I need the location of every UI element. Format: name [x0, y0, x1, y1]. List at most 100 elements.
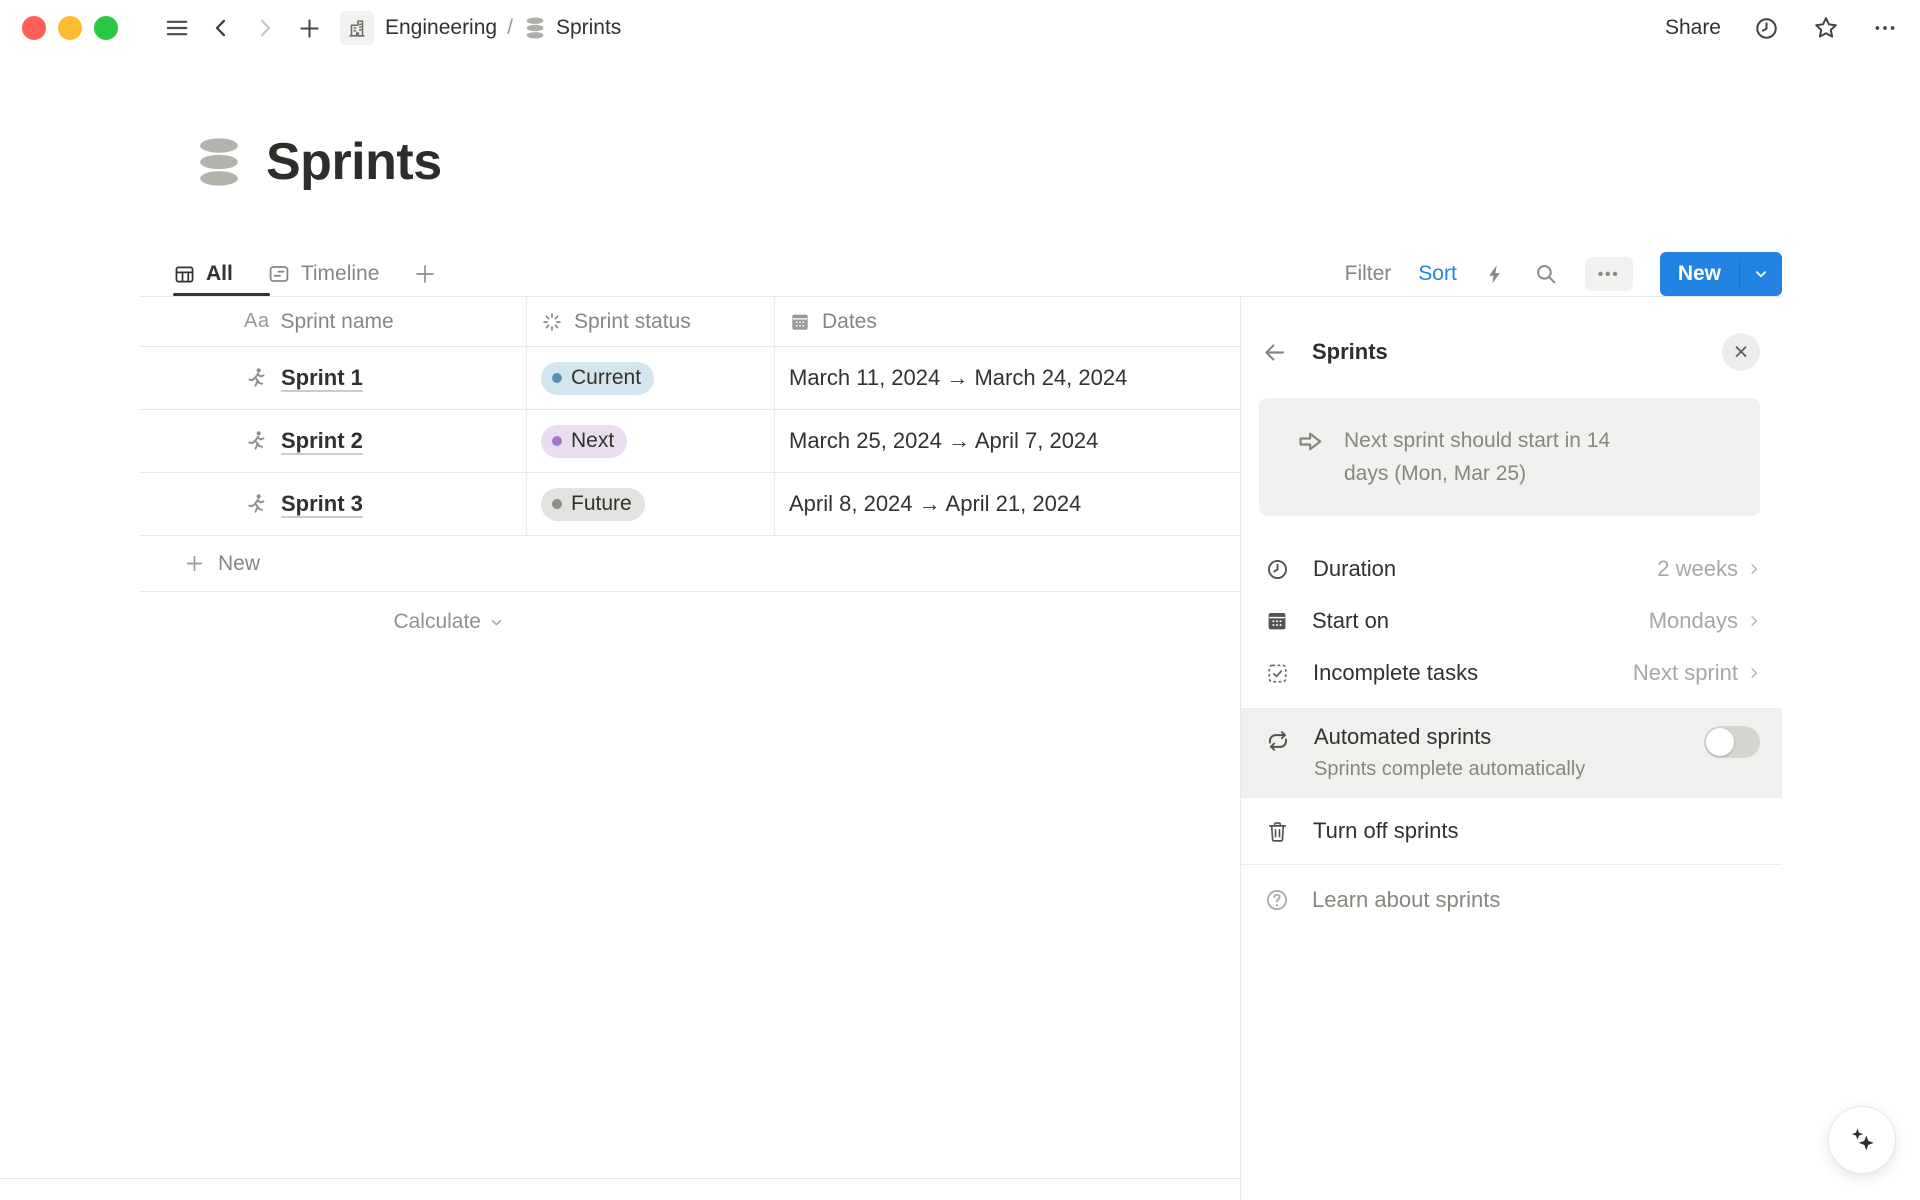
table-header-row: Aa Sprint name Sprint status Dates — [140, 297, 1240, 347]
search-icon[interactable] — [1534, 262, 1558, 286]
sprint-name-link[interactable]: Sprint 3 — [281, 491, 363, 517]
filter-button[interactable]: Filter — [1345, 262, 1392, 286]
sprint-name-cell[interactable]: Sprint 2 — [140, 410, 527, 472]
date-range: March 11, 2024 → March 24, 2024 — [789, 365, 1127, 391]
setting-row-incomplete-tasks[interactable]: Incomplete tasks Next sprint — [1241, 647, 1782, 699]
sprint-name-cell[interactable]: Sprint 1 — [140, 347, 527, 409]
new-record-dropdown-button[interactable] — [1740, 252, 1782, 296]
share-button[interactable]: Share — [1665, 16, 1721, 40]
tab-all[interactable]: All — [173, 262, 233, 286]
trash-icon — [1265, 819, 1290, 844]
runner-icon — [244, 492, 268, 516]
new-record-button[interactable]: New — [1660, 252, 1739, 296]
column-header-dates[interactable]: Dates — [775, 297, 1240, 346]
question-icon — [1264, 887, 1290, 913]
runner-icon — [244, 366, 268, 390]
column-label: Sprint status — [574, 310, 691, 334]
view-options-button[interactable]: ••• — [1585, 257, 1633, 291]
building-icon — [346, 17, 368, 39]
toggle-knob — [1706, 728, 1734, 756]
sprint-status-cell[interactable]: Next — [527, 410, 775, 472]
sprint-status-cell[interactable]: Future — [527, 473, 775, 535]
chevron-right-icon — [1746, 613, 1762, 629]
sprint-status-cell[interactable]: Current — [527, 347, 775, 409]
database-page-icon[interactable] — [192, 135, 246, 189]
new-row-button[interactable]: New — [140, 536, 1240, 592]
back-button[interactable] — [204, 11, 238, 45]
forward-button[interactable] — [248, 11, 282, 45]
setting-row-start-on[interactable]: Start on Mondays — [1241, 595, 1782, 647]
setting-label: Duration — [1313, 556, 1396, 582]
arrow-left-icon[interactable] — [1261, 339, 1288, 366]
content-bottom-divider — [0, 1178, 1240, 1179]
sort-button[interactable]: Sort — [1418, 262, 1457, 286]
automated-sprints-toggle[interactable] — [1704, 726, 1760, 758]
database-toolbar: Filter Sort ••• New — [1345, 250, 1782, 298]
database-icon — [523, 16, 547, 40]
status-badge: Future — [541, 488, 645, 521]
status-label: Next — [571, 429, 614, 453]
close-window-button[interactable] — [22, 16, 46, 40]
new-row-label: New — [218, 552, 260, 576]
close-panel-button[interactable]: × — [1722, 333, 1760, 371]
learn-about-sprints-link[interactable]: Learn about sprints — [1241, 865, 1782, 935]
dates-cell[interactable]: April 8, 2024 → April 21, 2024 — [775, 473, 1240, 535]
status-label: Future — [571, 492, 632, 516]
sparkles-icon — [1846, 1124, 1878, 1156]
favorite-star-icon[interactable] — [1812, 14, 1840, 42]
status-dot — [552, 436, 562, 446]
breadcrumb: Engineering / Sprints — [340, 11, 621, 45]
sprint-name-cell[interactable]: Sprint 3 — [140, 473, 527, 535]
panel-header: Sprints × — [1261, 333, 1760, 371]
setting-row-duration[interactable]: Duration 2 weeks — [1241, 543, 1782, 595]
plus-icon — [413, 262, 437, 286]
sprint-name-link[interactable]: Sprint 2 — [281, 428, 363, 454]
arrow-right-outline-icon — [1295, 426, 1326, 457]
bolt-icon[interactable] — [1484, 263, 1507, 286]
add-view-button[interactable] — [413, 262, 437, 286]
chevron-right-icon — [1746, 561, 1762, 577]
tab-all-label: All — [206, 262, 233, 286]
dates-cell[interactable]: March 25, 2024 → April 7, 2024 — [775, 410, 1240, 472]
column-header-sprint-name[interactable]: Aa Sprint name — [140, 297, 527, 346]
zoom-window-button[interactable] — [94, 16, 118, 40]
breadcrumb-workspace[interactable]: Engineering — [385, 16, 497, 40]
learn-about-sprints-label: Learn about sprints — [1312, 887, 1500, 913]
setting-label: Start on — [1312, 608, 1389, 634]
chevron-down-icon — [488, 614, 505, 631]
sidebar-menu-button[interactable] — [160, 11, 194, 45]
turn-off-sprints-button[interactable]: Turn off sprints — [1241, 798, 1782, 864]
table-row: Sprint 3 Future April 8, 2024 → April 21… — [140, 473, 1240, 536]
sprint-settings-list: Duration 2 weeks Start on Mondays Incomp… — [1241, 543, 1782, 699]
more-options-icon[interactable] — [1872, 15, 1898, 41]
ai-assistant-button[interactable] — [1828, 1106, 1896, 1174]
automated-sprints-row[interactable]: Automated sprints Sprints complete autom… — [1241, 709, 1782, 798]
sprint-name-link[interactable]: Sprint 1 — [281, 365, 363, 391]
tab-timeline-label: Timeline — [301, 262, 380, 286]
breadcrumb-page-label: Sprints — [556, 16, 621, 40]
status-badge: Next — [541, 425, 627, 458]
setting-value: 2 weeks — [1657, 556, 1738, 582]
tab-timeline[interactable]: Timeline — [267, 262, 380, 286]
minimize-window-button[interactable] — [58, 16, 82, 40]
next-sprint-notice: Next sprint should start in 14 days (Mon… — [1259, 398, 1760, 516]
breadcrumb-page[interactable]: Sprints — [523, 16, 621, 40]
setting-value: Mondays — [1649, 608, 1738, 634]
automated-sprints-label: Automated sprints — [1314, 724, 1585, 750]
close-icon: × — [1734, 340, 1749, 365]
column-header-sprint-status[interactable]: Sprint status — [527, 297, 775, 346]
automated-sprints-description: Sprints complete automatically — [1314, 758, 1585, 781]
new-record-split-button: New — [1660, 252, 1782, 296]
new-page-button[interactable] — [292, 11, 326, 45]
dates-cell[interactable]: March 11, 2024 → March 24, 2024 — [775, 347, 1240, 409]
chevron-down-icon — [1752, 265, 1770, 283]
table-view-icon — [173, 263, 196, 286]
column-label: Dates — [822, 310, 877, 334]
runner-icon — [244, 429, 268, 453]
setting-value: Next sprint — [1633, 660, 1738, 686]
view-tabs: All Timeline — [173, 252, 437, 296]
page-title[interactable]: Sprints — [266, 132, 442, 192]
updates-clock-icon[interactable] — [1753, 15, 1780, 42]
workspace-chip[interactable] — [340, 11, 374, 45]
calculate-button[interactable]: Calculate — [140, 592, 527, 652]
